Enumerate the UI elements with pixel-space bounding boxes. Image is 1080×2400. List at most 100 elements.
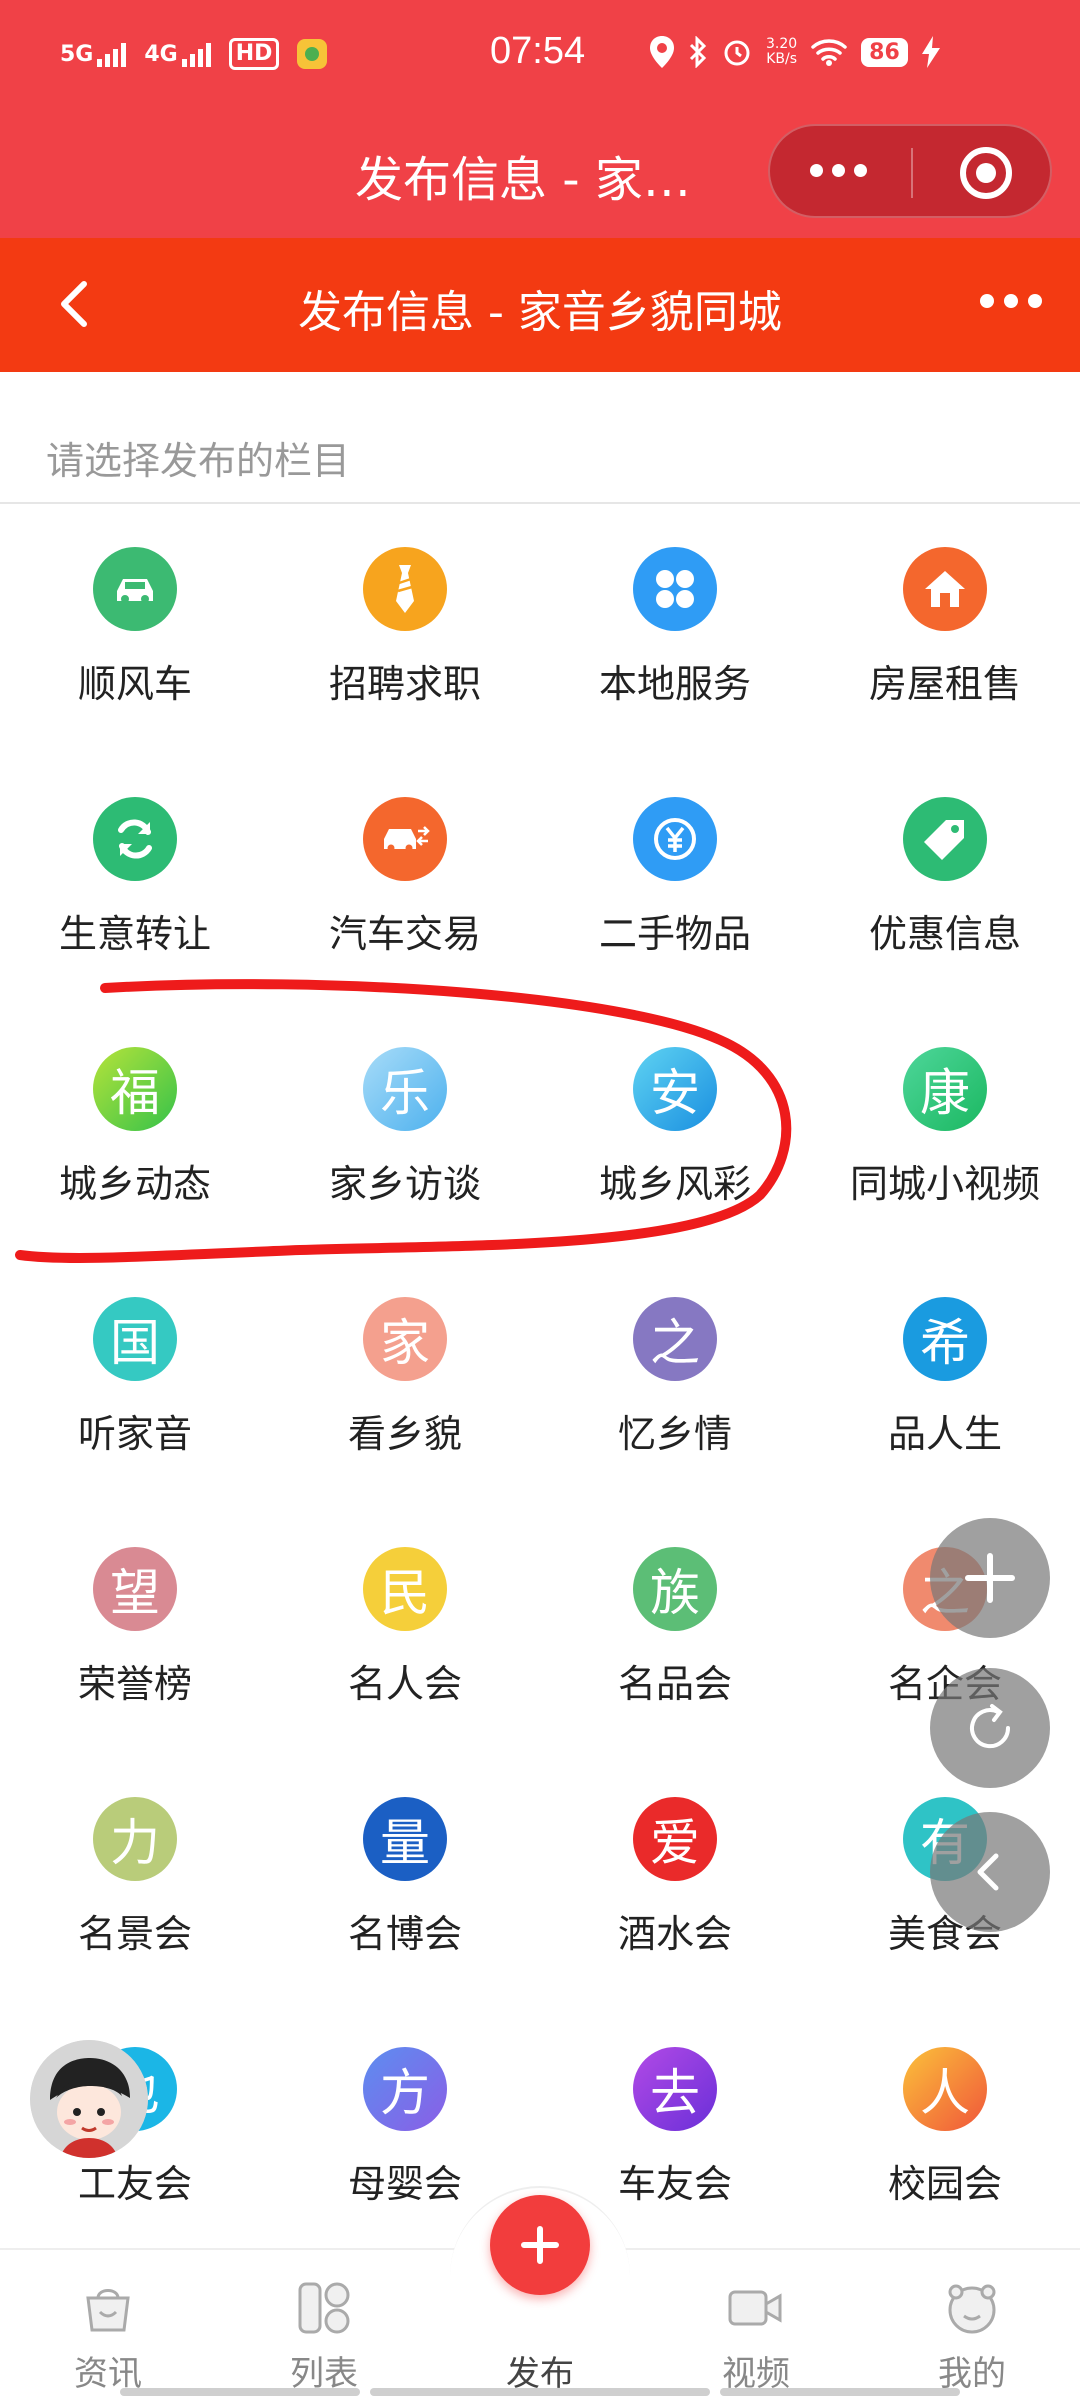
refresh-icon xyxy=(970,1704,1011,1749)
category-item[interactable]: 汽车交易 xyxy=(270,755,540,1005)
more-options-icon[interactable] xyxy=(980,294,1042,308)
add-icon xyxy=(965,1553,1015,1603)
alarm-icon xyxy=(724,40,750,66)
status-time: 07:54 xyxy=(490,30,586,72)
glyph-ren-icon: 人 xyxy=(903,2047,987,2131)
floating-avatar[interactable] xyxy=(30,2040,148,2158)
category-item[interactable]: 房屋租售 xyxy=(810,505,1080,755)
glyph-le-icon: 乐 xyxy=(363,1047,447,1131)
tie-icon xyxy=(363,547,447,631)
miniapp-title: 发布信息 - 家… xyxy=(355,152,691,208)
select-category-prompt: 请选择发布的栏目 xyxy=(46,439,351,483)
tab-list[interactable]: 列表 xyxy=(216,2250,432,2400)
capsule-close-icon[interactable] xyxy=(960,147,1012,199)
category-item[interactable]: 福 城乡动态 xyxy=(0,1005,270,1255)
category-label: 忆乡情 xyxy=(617,1412,732,1456)
category-label: 二手物品 xyxy=(598,912,751,956)
category-item[interactable]: 安 城乡风彩 xyxy=(540,1005,810,1255)
category-item[interactable]: 优惠信息 xyxy=(810,755,1080,1005)
category-item[interactable]: 爱 酒水会 xyxy=(540,1755,810,2005)
category-label: 名博会 xyxy=(347,1912,462,1956)
category-item[interactable]: 族 名品会 xyxy=(540,1505,810,1755)
category-item[interactable]: 力 名景会 xyxy=(0,1755,270,2005)
net2-text: 4G xyxy=(144,41,178,67)
glyph-wang-icon: 望 xyxy=(93,1547,177,1631)
category-label: 顺风车 xyxy=(77,662,192,706)
category-item[interactable]: 康 同城小视频 xyxy=(810,1005,1080,1255)
status-left: 5G 4G HD xyxy=(60,38,328,70)
video-camera-icon xyxy=(728,2290,782,2326)
category-label: 校园会 xyxy=(887,2162,1002,2206)
car-exchange-icon xyxy=(363,797,447,881)
category-item[interactable]: 量 名博会 xyxy=(270,1755,540,2005)
category-label: 工友会 xyxy=(77,2162,192,2206)
miniapp-capsule xyxy=(768,124,1052,218)
house-icon xyxy=(903,547,987,631)
avatar-cartoon-icon xyxy=(30,2040,148,2158)
floating-back-button[interactable] xyxy=(930,1812,1050,1932)
tab-news[interactable]: 资讯 xyxy=(0,2250,216,2400)
grid-icon xyxy=(633,547,717,631)
category-item[interactable]: 二手物品 xyxy=(540,755,810,1005)
profile-bear-icon xyxy=(948,2284,996,2334)
category-label: 名人会 xyxy=(347,1662,462,1706)
signal-5g: 5G xyxy=(60,41,127,67)
floating-add-button[interactable] xyxy=(930,1518,1050,1638)
category-label: 家乡访谈 xyxy=(328,1162,481,1206)
floating-refresh-button[interactable] xyxy=(930,1668,1050,1788)
glyph-qu-icon: 去 xyxy=(633,2047,717,2131)
page-navbar: 发布信息 - 家音乡貌同城 xyxy=(0,238,1080,372)
category-label: 品人生 xyxy=(887,1412,1002,1456)
category-label: 城乡风彩 xyxy=(598,1162,751,1206)
car-icon xyxy=(93,547,177,631)
tab-mine[interactable]: 我的 xyxy=(864,2250,1080,2400)
category-item[interactable]: 家 看乡貌 xyxy=(270,1255,540,1505)
hd-badge: HD xyxy=(228,38,280,70)
tag-icon xyxy=(903,797,987,881)
glyph-an-icon: 安 xyxy=(633,1047,717,1131)
speed-unit: KB/s xyxy=(766,51,797,67)
divider xyxy=(0,502,1080,504)
glyph-ai-icon: 爱 xyxy=(633,1797,717,1881)
category-item[interactable]: 希 品人生 xyxy=(810,1255,1080,1505)
signal-bars-icon xyxy=(97,41,127,67)
category-label: 房屋租售 xyxy=(868,662,1021,706)
battery-level: 86 xyxy=(861,37,908,67)
category-item[interactable]: 国 听家音 xyxy=(0,1255,270,1505)
status-right: 3.20 KB/s 86 xyxy=(650,36,940,68)
yen-icon xyxy=(633,797,717,881)
category-label: 荣誉榜 xyxy=(77,1662,192,1706)
category-item[interactable]: 民 名人会 xyxy=(270,1505,540,1755)
category-item[interactable]: 人 校园会 xyxy=(810,2005,1080,2255)
capsule-more-icon[interactable] xyxy=(810,164,867,177)
glyph-xi-icon: 希 xyxy=(903,1297,987,1381)
category-item[interactable]: 本地服务 xyxy=(540,505,810,755)
category-label: 名景会 xyxy=(77,1912,192,1956)
glyph-liang-icon: 量 xyxy=(363,1797,447,1881)
publish-button[interactable] xyxy=(490,2195,590,2295)
category-item[interactable]: 招聘求职 xyxy=(270,505,540,755)
category-item[interactable]: 之 忆乡情 xyxy=(540,1255,810,1505)
category-label: 听家音 xyxy=(77,1412,192,1456)
app-notification-icon xyxy=(297,39,328,69)
signal-4g: 4G xyxy=(144,41,211,67)
tab-video[interactable]: 视频 xyxy=(648,2250,864,2400)
category-item[interactable]: 乐 家乡访谈 xyxy=(270,1005,540,1255)
category-label: 生意转让 xyxy=(58,912,211,956)
scroll-indicator xyxy=(370,2388,710,2396)
location-icon xyxy=(650,36,674,68)
category-item[interactable]: 顺风车 xyxy=(0,505,270,755)
category-item[interactable]: 望 荣誉榜 xyxy=(0,1505,270,1755)
category-label: 优惠信息 xyxy=(868,912,1021,956)
bluetooth-icon xyxy=(689,36,707,68)
glyph-fang-icon: 方 xyxy=(363,2047,447,2131)
app-root: 5G 4G HD 07:54 3.20 KB/s 86 发布信息 - 家… 发布… xyxy=(0,0,1080,2400)
chevron-left-icon xyxy=(977,1853,999,1891)
category-label: 同城小视频 xyxy=(849,1162,1040,1206)
glyph-jia-icon: 家 xyxy=(363,1297,447,1381)
scroll-indicator xyxy=(120,2388,360,2396)
scroll-indicator xyxy=(720,2388,960,2396)
category-item[interactable]: 生意转让 xyxy=(0,755,270,1005)
category-label: 汽车交易 xyxy=(328,912,481,956)
speed-value: 3.20 xyxy=(766,36,798,52)
